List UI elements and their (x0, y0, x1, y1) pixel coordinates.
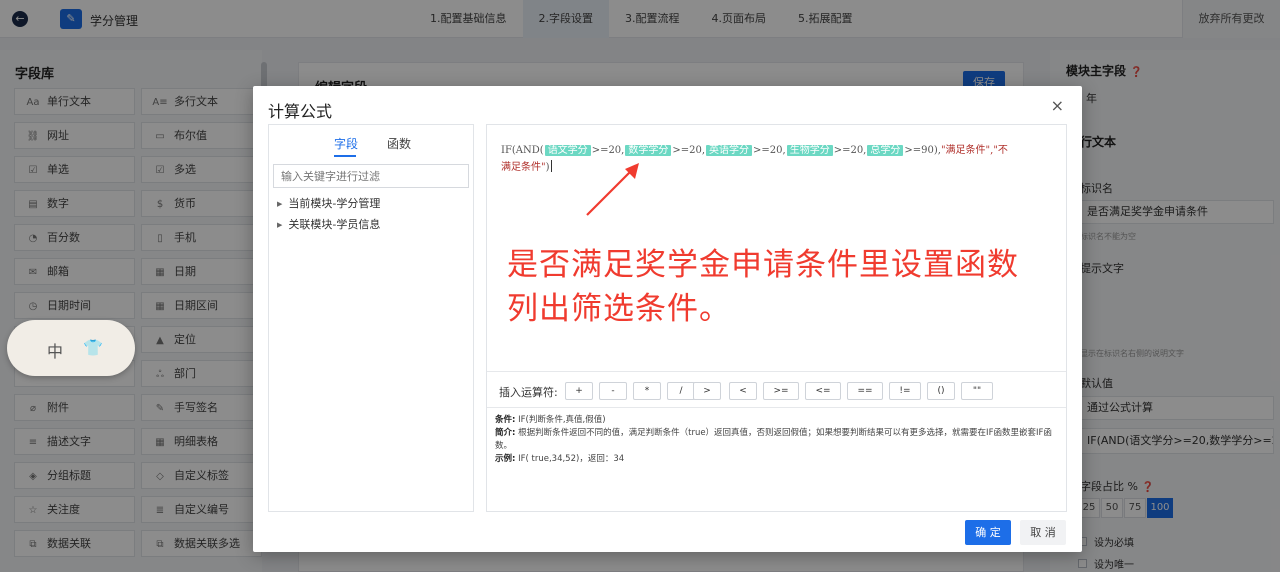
help-text: IF( true,34,52)，返回：34 (518, 454, 625, 464)
formula-editor[interactable]: IF(AND(语文学分 >=20, 数学学分 >=20, 英语学分 >=20, 生物学分 >=… (486, 124, 1067, 512)
help-label: 简介: (495, 428, 516, 438)
operator-eq-button[interactable]: == (847, 382, 883, 400)
tree-item-related-module[interactable]: ▶ 关联模块-学员信息 (277, 216, 380, 232)
cancel-button[interactable]: 取 消 (1020, 520, 1066, 545)
annotation-line: 列出筛选条件。 (507, 291, 731, 327)
help-text: IF(判断条件,真值,假值) (518, 415, 606, 425)
operator-minus-button[interactable]: - (599, 382, 627, 400)
help-example: 示例: IF( true,34,52)，返回：34 (495, 453, 1058, 466)
formula-line-2: 满足条件") (501, 158, 552, 173)
field-token-total[interactable]: 总学分 (867, 145, 904, 156)
help-intro: 简介: 根据判断条件返回不同的值，满足判断条件（true）返回真值，否则返回假值… (495, 427, 1058, 453)
formula-text: IF(AND( (501, 145, 544, 156)
annotation-text: 是否满足奖学金申请条件里设置函数 列出筛选条件。 (507, 243, 1019, 331)
formula-text: >=20, (591, 145, 625, 156)
formula-text: >=20, (833, 145, 867, 156)
tab-fields[interactable]: 字段 (334, 135, 358, 152)
annotation-line: 是否满足奖学金申请条件里设置函数 (507, 247, 1019, 283)
formula-dialog: 计算公式 × 字段 函数 ▶ 当前模块-学分管理 ▶ 关联模块-学员信息 IF(AN… (253, 86, 1082, 552)
field-token-math[interactable]: 数学学分 (625, 145, 672, 156)
field-filter-input[interactable] (273, 164, 469, 188)
field-token-chinese[interactable]: 语文学分 (544, 145, 591, 156)
formula-text: >=90), (904, 145, 941, 156)
text-cursor (550, 160, 552, 172)
ime-mode-label[interactable]: 中 (47, 338, 63, 362)
formula-text: >=20, (672, 145, 706, 156)
operator-gte-button[interactable]: >= (763, 382, 799, 400)
confirm-button[interactable]: 确 定 (965, 520, 1011, 545)
operator-lte-button[interactable]: <= (805, 382, 841, 400)
formula-string: "满足条件", (940, 145, 994, 156)
formula-text: ) (545, 162, 550, 173)
tree-item-label: 当前模块-学分管理 (288, 197, 381, 210)
dialog-title: 计算公式 (268, 102, 333, 121)
operator-plus-button[interactable]: + (565, 382, 593, 400)
field-token-biology[interactable]: 生物学分 (786, 145, 833, 156)
operator-divide-button[interactable]: / (667, 382, 695, 400)
active-tab-indicator (334, 155, 356, 157)
red-arrow-annotation (586, 163, 639, 216)
operator-bar: 插入运算符: + - * / > < >= <= == != () "" (487, 371, 1066, 407)
help-label: 示例: (495, 454, 516, 464)
formula-string: 满足条件" (501, 162, 546, 173)
function-help: 条件: IF(判断条件,真值,假值) 简介: 根据判断条件返回不同的值，满足判断… (487, 407, 1066, 511)
field-token-english[interactable]: 英语学分 (706, 145, 753, 156)
operator-lt-button[interactable]: < (729, 382, 757, 400)
help-text: 根据判断条件返回不同的值，满足判断条件（true）返回真值，否则返回假值；如果想… (495, 428, 1052, 451)
caret-right-icon: ▶ (277, 200, 283, 208)
formula-string: "不 (993, 145, 1008, 156)
tree-item-current-module[interactable]: ▶ 当前模块-学分管理 (277, 195, 380, 211)
help-label: 条件: (495, 415, 516, 425)
operator-multiply-button[interactable]: * (633, 382, 661, 400)
help-condition: 条件: IF(判断条件,真值,假值) (495, 414, 1058, 427)
formula-text: >=20, (753, 145, 786, 156)
tree-item-label: 关联模块-学员信息 (288, 218, 381, 231)
operator-parens-button[interactable]: () (927, 382, 955, 400)
floating-ime-widget[interactable]: 中 👕 (7, 320, 135, 376)
operator-quotes-button[interactable]: "" (961, 382, 993, 400)
close-icon[interactable]: × (1051, 96, 1064, 115)
caret-right-icon: ▶ (277, 221, 283, 229)
field-picker: 字段 函数 ▶ 当前模块-学分管理 ▶ 关联模块-学员信息 (268, 124, 474, 512)
operator-gt-button[interactable]: > (693, 382, 721, 400)
formula-line-1: IF(AND(语文学分 >=20, 数学学分 >=20, 英语学分 >=20, 生物学分 >=… (501, 141, 1008, 156)
operator-label: 插入运算符: (499, 386, 558, 399)
skin-shirt-icon[interactable]: 👕 (83, 338, 103, 357)
tab-functions[interactable]: 函数 (387, 135, 411, 152)
operator-neq-button[interactable]: != (889, 382, 921, 400)
